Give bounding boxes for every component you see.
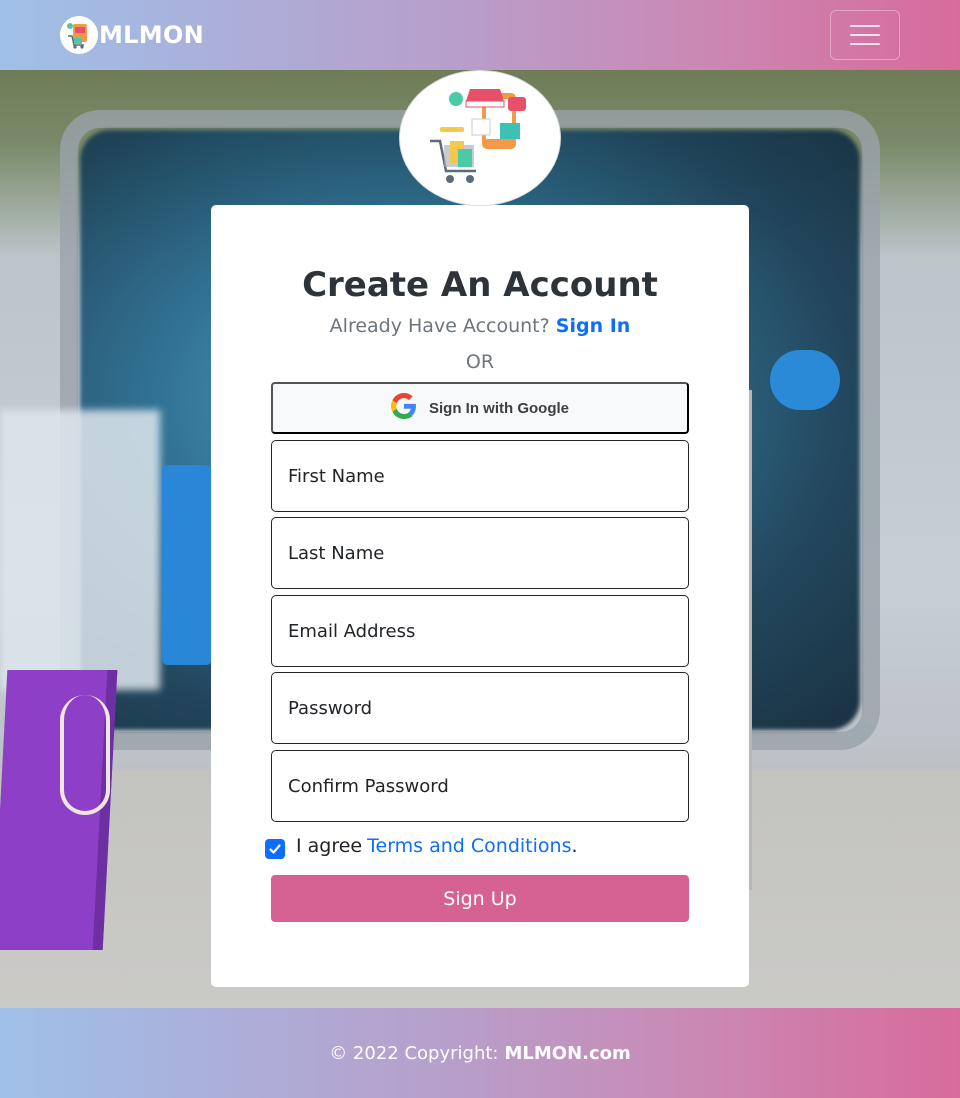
terms-suffix: . — [571, 835, 578, 857]
terms-link[interactable]: Terms and Conditions — [367, 835, 571, 857]
google-sign-in-button[interactable]: Sign In with Google — [271, 382, 689, 434]
shopping-emblem-icon — [399, 70, 561, 206]
navbar: MLMON — [0, 0, 960, 70]
shopping-logo-icon — [60, 16, 98, 54]
last-name-field[interactable] — [271, 517, 689, 589]
sign-in-link[interactable]: Sign In — [556, 315, 631, 337]
brand-name: MLMON — [99, 21, 205, 49]
check-icon — [269, 844, 281, 854]
have-account-line: Already Have Account? Sign In — [211, 315, 749, 337]
google-icon — [391, 393, 417, 423]
email-field[interactable] — [271, 595, 689, 667]
first-name-field[interactable] — [271, 440, 689, 512]
confirm-password-field[interactable] — [271, 750, 689, 822]
sign-up-button[interactable]: Sign Up — [271, 875, 689, 922]
hamburger-menu-button[interactable] — [830, 10, 900, 60]
copyright-text: © 2022 Copyright: — [329, 1042, 499, 1064]
page-title: Create An Account — [302, 265, 658, 305]
or-divider: OR — [465, 351, 495, 373]
google-button-label: Sign In with Google — [429, 399, 569, 417]
agree-text: I agree — [296, 835, 363, 857]
terms-agreement: I agree Terms and Conditions . — [265, 833, 578, 859]
brand-link[interactable]: MLMON — [60, 16, 204, 54]
password-field[interactable] — [271, 672, 689, 744]
footer-site-name: MLMON.com — [504, 1042, 631, 1064]
signup-card: Create An Account Already Have Account? … — [211, 205, 749, 987]
footer: © 2022 Copyright: MLMON.com — [0, 1008, 960, 1098]
hamburger-menu-icon — [850, 25, 880, 27]
have-account-text: Already Have Account? — [329, 315, 550, 337]
terms-checkbox[interactable] — [265, 839, 285, 859]
